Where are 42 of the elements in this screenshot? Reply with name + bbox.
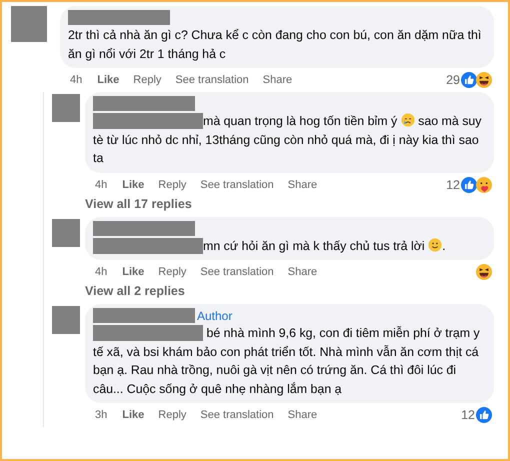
reaction-count: 12 [461, 408, 475, 422]
action-link[interactable]: See translation [200, 178, 274, 190]
action-link[interactable]: Share [288, 266, 318, 278]
avatar[interactable] [52, 306, 80, 334]
action-link[interactable]: See translation [200, 266, 274, 278]
action-link[interactable]: Share [288, 178, 318, 190]
action-link[interactable]: Like [122, 178, 144, 190]
action-link[interactable]: Like [97, 74, 120, 86]
action-link[interactable]: Share [262, 74, 292, 86]
comment-text: 2tr thì cả nhà ăn gì c? Chưa kể c còn đang cho con bú, con ăn dặm nữa thì ăn gì nổi với 2tr 1 tháng hả c [68, 27, 482, 63]
like-icon [461, 72, 477, 88]
avatar[interactable] [11, 6, 47, 42]
reply-text: bé nhà mình 9,6 kg, con đi tiêm miễn phí ở trạm y tế xã, và bsi khám bảo con phát triển tốt. Nhà mình vẫn ăn cơm thịt cá bạn ạ. Rau nhà trồng, nuôi gà vịt nên có trứng ăn. Cá thì đôi lúc đi câu... Cuộc sống ở quê nhẹ nhàng lắm bạn ạ [93, 324, 481, 398]
action-link[interactable]: Like [122, 409, 144, 421]
avatar[interactable] [52, 94, 80, 122]
avatar[interactable] [52, 218, 80, 246]
action-link[interactable]: Like [122, 266, 144, 278]
action-link[interactable]: Share [288, 409, 318, 421]
action-link[interactable]: See translation [200, 409, 274, 421]
action-link[interactable]: Reply [158, 266, 186, 278]
author-label: Author [197, 308, 232, 322]
hugging-face-icon [476, 176, 492, 192]
view-replies-link[interactable]: View all 2 replies [85, 284, 494, 300]
reply-time: 3h [95, 409, 108, 421]
laughing-face-icon [476, 264, 492, 280]
view-replies-link[interactable]: View all 17 replies [85, 196, 494, 212]
comment-time: 4h [70, 74, 82, 86]
like-icon [476, 407, 492, 423]
action-link[interactable]: Reply [158, 409, 186, 421]
reply-text: mà quan trọng là hog tốn tiền bỉm ý sao mà suy tè từ lúc nhỏ dc nhỉ, 13tháng cũng còn nhỏ quá mà, đi ị này kia thì sao ta [93, 112, 482, 167]
laughing-face-icon [476, 72, 492, 88]
reply-time: 4h [95, 178, 108, 190]
smiling-face-icon [428, 238, 442, 252]
reaction-count: 12 [446, 178, 460, 192]
reply-time: 4h [95, 266, 108, 278]
action-link[interactable]: Reply [158, 178, 186, 190]
like-icon [461, 176, 477, 192]
reply-text: mn cứ hỏi ăn gì mà k thấy chủ tus trả lời . [93, 236, 484, 255]
action-link[interactable]: See translation [175, 74, 249, 86]
crying-face-icon [400, 113, 415, 127]
action-link[interactable]: Reply [133, 74, 162, 86]
reaction-count: 29 [446, 73, 460, 87]
